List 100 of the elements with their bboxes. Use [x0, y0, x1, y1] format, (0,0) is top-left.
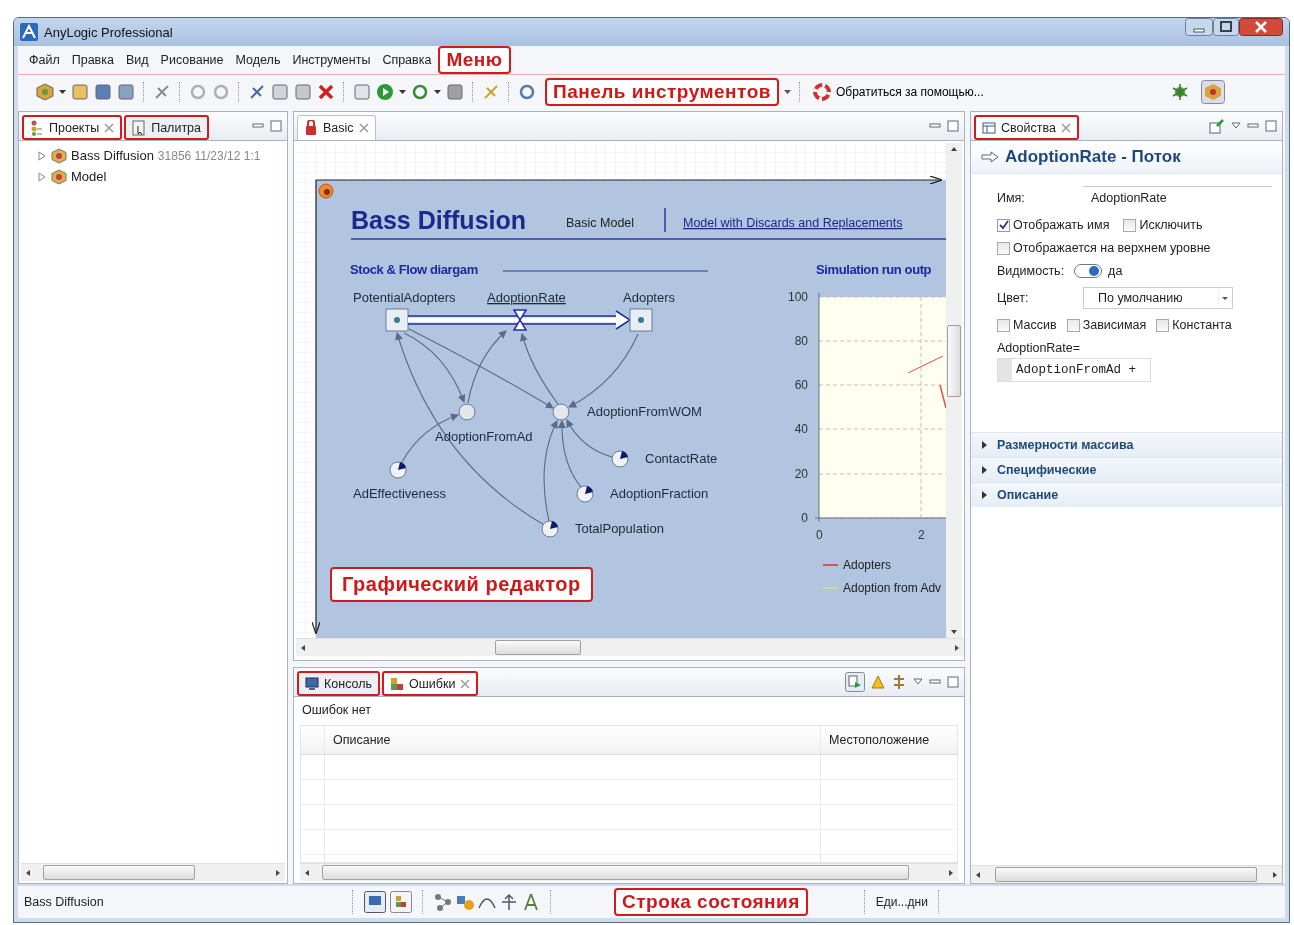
origin-marker-icon[interactable]: [318, 183, 334, 199]
model-link[interactable]: Model with Discards and Replacements: [683, 216, 903, 230]
pin-icon[interactable]: [1209, 118, 1225, 134]
shapes-icon[interactable]: [456, 893, 474, 911]
axis-tick-label: 2: [918, 528, 925, 542]
model-link[interactable]: Basic Model: [566, 216, 635, 230]
help-button[interactable]: Обратиться за помощью...: [808, 81, 988, 103]
axis-tick-label: 40: [794, 422, 808, 436]
field-label: AdoptionRate=: [997, 341, 1082, 355]
panel-tab[interactable]: Ошибки: [382, 671, 479, 696]
panel-tab[interactable]: Консоль: [297, 671, 380, 696]
tree-item[interactable]: Model: [21, 166, 285, 187]
collapse-icon[interactable]: [891, 674, 907, 690]
menu-item[interactable]: Файл: [24, 51, 65, 69]
play-icon[interactable]: [376, 83, 394, 101]
section-header[interactable]: Размерности массива: [971, 432, 1282, 457]
menu-item[interactable]: Инструменты: [287, 51, 376, 69]
folder-icon[interactable]: [71, 83, 89, 101]
scrollbar-thumb[interactable]: [995, 867, 1257, 882]
parameter-node[interactable]: [541, 520, 559, 538]
stock-node[interactable]: [629, 308, 653, 332]
parameter-node[interactable]: [611, 450, 629, 468]
view-menu-icon[interactable]: [1231, 121, 1241, 131]
horizontal-scrollbar[interactable]: [296, 638, 964, 656]
vertical-scrollbar[interactable]: [946, 143, 962, 638]
menu-item[interactable]: Рисование: [155, 51, 229, 69]
stacked-disks-icon[interactable]: [117, 83, 135, 101]
problems-icon[interactable]: [390, 891, 412, 913]
stock-node[interactable]: [385, 308, 409, 332]
dependency-arrow[interactable]: [467, 330, 507, 404]
paste-icon[interactable]: [294, 83, 312, 101]
move-arrows-icon[interactable]: [500, 893, 518, 911]
minimize-icon[interactable]: [252, 121, 264, 131]
panel-tab[interactable]: Проекты: [22, 115, 123, 140]
variable-node[interactable]: [458, 403, 476, 421]
menu-item[interactable]: Правка: [66, 51, 119, 69]
dependency-arrow[interactable]: [568, 333, 639, 408]
checkbox[interactable]: [1123, 218, 1137, 232]
scrollbar-thumb[interactable]: [947, 325, 961, 397]
monitor-icon[interactable]: [364, 891, 386, 913]
menu-item[interactable]: Справка: [377, 51, 437, 69]
panel-tab[interactable]: Свойства: [974, 115, 1079, 140]
network-icon[interactable]: [434, 893, 452, 911]
units-label: Еди...дни: [875, 895, 928, 909]
maximize-icon[interactable]: [270, 120, 282, 132]
expander-icon[interactable]: [37, 171, 47, 182]
menu-item[interactable]: Вид: [120, 51, 154, 69]
expander-icon[interactable]: [37, 150, 47, 161]
toggle-switch[interactable]: [1074, 264, 1103, 278]
maximize-icon[interactable]: [1213, 18, 1239, 36]
section-header[interactable]: Специфические: [971, 457, 1282, 482]
close-icon[interactable]: [1239, 18, 1283, 36]
dependency-arrow[interactable]: [403, 332, 466, 403]
dependency-arrow[interactable]: [520, 333, 559, 405]
checkbox[interactable]: [997, 241, 1010, 255]
filter-icon[interactable]: [845, 672, 865, 692]
editor-tab[interactable]: Basic: [297, 115, 376, 140]
color-dropdown[interactable]: По умолчанию: [1083, 287, 1233, 309]
horizontal-scrollbar[interactable]: [21, 863, 285, 881]
axis-tick-label: 0: [816, 528, 823, 542]
menu-item[interactable]: Модель: [230, 51, 286, 69]
column-header[interactable]: Местоположение: [821, 726, 957, 754]
scrollbar-thumb[interactable]: [322, 865, 909, 880]
maximize-icon[interactable]: [947, 676, 959, 688]
formula-field[interactable]: AdoptionFromAd +: [997, 358, 1151, 382]
parameter-node[interactable]: [576, 485, 594, 503]
minimize-icon[interactable]: [929, 677, 941, 687]
perspective-icon[interactable]: [1201, 80, 1225, 104]
tree-item[interactable]: Bass Diffusion 31856 11/23/12 1:1: [21, 145, 285, 166]
parameter-node[interactable]: [389, 461, 407, 479]
horizontal-scrollbar[interactable]: [300, 863, 958, 881]
checkbox[interactable]: [1156, 318, 1170, 332]
panel-tab[interactable]: Палитра: [124, 115, 209, 140]
checkbox-label: Отображается на верхнем уровне: [1013, 241, 1211, 255]
cube-icon[interactable]: [36, 83, 54, 101]
checkbox[interactable]: [1066, 318, 1080, 332]
minimize-icon[interactable]: [929, 121, 941, 131]
checkbox[interactable]: [997, 318, 1010, 332]
status-text: Bass Diffusion: [24, 895, 105, 909]
minimize-icon[interactable]: [1247, 121, 1259, 131]
callout-label: Меню: [438, 46, 511, 74]
scrollbar-thumb[interactable]: [495, 640, 581, 655]
scrollbar-thumb[interactable]: [43, 865, 195, 880]
flow-pipe[interactable]: [407, 309, 632, 331]
maximize-icon[interactable]: [947, 120, 959, 132]
stop-square-icon[interactable]: [446, 83, 464, 101]
view-menu-icon[interactable]: [913, 677, 923, 687]
checkbox[interactable]: [997, 218, 1010, 232]
flow-arrow-icon: [981, 151, 999, 163]
horizontal-scrollbar[interactable]: [971, 865, 1282, 883]
delete-icon[interactable]: [317, 83, 335, 101]
maximize-icon[interactable]: [1265, 120, 1277, 132]
document-icon[interactable]: [353, 83, 371, 101]
column-header[interactable]: Описание: [325, 726, 821, 754]
copy-icon[interactable]: [271, 83, 289, 101]
warning-icon[interactable]: [871, 675, 885, 689]
section-header[interactable]: Описание: [971, 482, 1282, 507]
callout-label: Панель инструментов: [545, 78, 779, 106]
variable-node[interactable]: [552, 403, 570, 421]
dependency-arrow[interactable]: [408, 328, 554, 409]
